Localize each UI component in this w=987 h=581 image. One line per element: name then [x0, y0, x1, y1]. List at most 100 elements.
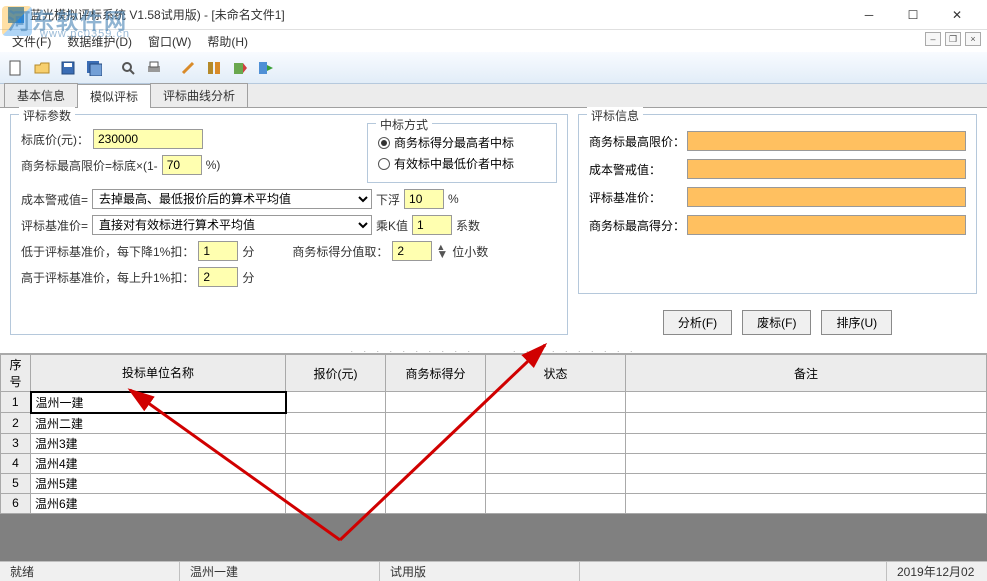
doc-minimize-button[interactable]: –: [925, 32, 941, 46]
tab-curve[interactable]: 评标曲线分析: [150, 83, 248, 107]
cell-status[interactable]: [486, 413, 626, 434]
print-icon[interactable]: [142, 56, 166, 80]
cell-remark[interactable]: [626, 433, 987, 453]
cell-remark[interactable]: [626, 493, 987, 513]
spinner-icon[interactable]: ▲▼: [436, 244, 448, 258]
tab-basic-info[interactable]: 基本信息: [4, 83, 78, 107]
info-max-score-value[interactable]: [687, 215, 966, 235]
col-score[interactable]: 商务标得分: [386, 355, 486, 392]
info-eval-base-value[interactable]: [687, 187, 966, 207]
close-button[interactable]: ✕: [935, 1, 979, 29]
cell-name[interactable]: 温州4建: [31, 453, 286, 473]
cost-warn-float-input[interactable]: [404, 189, 444, 209]
col-remark[interactable]: 备注: [626, 355, 987, 392]
cell-name[interactable]: 温州5建: [31, 473, 286, 493]
cell-price[interactable]: [286, 473, 386, 493]
menu-window[interactable]: 窗口(W): [142, 31, 197, 52]
splitter-handle[interactable]: . . . . . . . . . . . . . . . . . . . .: [0, 345, 987, 353]
menu-data[interactable]: 数据维护(D): [61, 31, 138, 52]
saveas-icon[interactable]: [82, 56, 106, 80]
tool2-icon[interactable]: [202, 56, 226, 80]
cell-seq: 4: [1, 453, 31, 473]
col-status[interactable]: 状态: [486, 355, 626, 392]
table-row[interactable]: 6 温州6建: [1, 493, 987, 513]
analyze-button[interactable]: 分析(F): [663, 310, 732, 335]
cell-score[interactable]: [386, 453, 486, 473]
cell-seq: 2: [1, 413, 31, 434]
radio-highest-score[interactable]: 商务标得分最高者中标: [378, 134, 546, 151]
discard-button[interactable]: 废标(F): [742, 310, 811, 335]
decimal-unit: 位小数: [452, 243, 488, 260]
cost-warn-label: 成本警戒值=: [21, 191, 88, 208]
cell-score[interactable]: [386, 392, 486, 413]
cell-score[interactable]: [386, 413, 486, 434]
max-limit-input[interactable]: [162, 155, 202, 175]
col-seq[interactable]: 序号: [1, 355, 31, 392]
cell-status[interactable]: [486, 493, 626, 513]
cell-remark[interactable]: [626, 453, 987, 473]
cell-status[interactable]: [486, 473, 626, 493]
max-limit-suffix: %): [206, 158, 221, 172]
tab-simulate[interactable]: 模似评标: [77, 84, 151, 108]
menu-file[interactable]: 文件(F): [6, 31, 57, 52]
exit-icon[interactable]: [254, 56, 278, 80]
status-bar: 就绪 温州一建 试用版 2019年12月02: [0, 561, 987, 581]
minimize-button[interactable]: ─: [847, 1, 891, 29]
cell-price[interactable]: [286, 413, 386, 434]
cell-remark[interactable]: [626, 413, 987, 434]
doc-restore-button[interactable]: ❐: [945, 32, 961, 46]
cell-name[interactable]: 温州一建: [31, 392, 286, 413]
cell-price[interactable]: [286, 392, 386, 413]
cell-status[interactable]: [486, 453, 626, 473]
eval-base-mult-label: 乘K值: [376, 217, 408, 234]
cell-name[interactable]: 温州二建: [31, 413, 286, 434]
cell-seq: 5: [1, 473, 31, 493]
cell-name[interactable]: 温州3建: [31, 433, 286, 453]
tool1-icon[interactable]: [176, 56, 200, 80]
cell-score[interactable]: [386, 433, 486, 453]
status-date: 2019年12月02: [887, 562, 987, 581]
menu-help[interactable]: 帮助(H): [201, 31, 254, 52]
cell-price[interactable]: [286, 433, 386, 453]
preview-icon[interactable]: [116, 56, 140, 80]
open-icon[interactable]: [30, 56, 54, 80]
table-row[interactable]: 1 温州一建: [1, 392, 987, 413]
base-price-label: 标底价(元)：: [21, 131, 89, 148]
table-row[interactable]: 2 温州二建: [1, 413, 987, 434]
above-base-input[interactable]: [198, 267, 238, 287]
eval-base-mult-input[interactable]: [412, 215, 452, 235]
info-max-limit-value[interactable]: [687, 131, 966, 151]
score-decimal-input[interactable]: [392, 241, 432, 261]
cell-price[interactable]: [286, 493, 386, 513]
save-icon[interactable]: [56, 56, 80, 80]
eval-base-select[interactable]: 直接对有效标进行算术平均值: [92, 215, 372, 235]
col-price[interactable]: 报价(元): [286, 355, 386, 392]
below-base-input[interactable]: [198, 241, 238, 261]
table-row[interactable]: 5 温州5建: [1, 473, 987, 493]
cell-status[interactable]: [486, 392, 626, 413]
status-edition: 试用版: [380, 562, 580, 581]
maximize-button[interactable]: ☐: [891, 1, 935, 29]
new-icon[interactable]: [4, 56, 28, 80]
tool3-icon[interactable]: [228, 56, 252, 80]
cell-status[interactable]: [486, 433, 626, 453]
doc-close-button[interactable]: ×: [965, 32, 981, 46]
base-price-input[interactable]: [93, 129, 203, 149]
cell-score[interactable]: [386, 473, 486, 493]
below-base-label: 低于评标基准价，每下降1%扣：: [21, 243, 194, 260]
info-max-score-label: 商务标最高得分：: [589, 217, 681, 234]
cell-name[interactable]: 温州6建: [31, 493, 286, 513]
sort-button[interactable]: 排序(U): [821, 310, 892, 335]
table-row[interactable]: 3 温州3建: [1, 433, 987, 453]
cell-remark[interactable]: [626, 473, 987, 493]
cell-score[interactable]: [386, 493, 486, 513]
info-cost-warn-value[interactable]: [687, 159, 966, 179]
table-row[interactable]: 4 温州4建: [1, 453, 987, 473]
radio-lowest-price[interactable]: 有效标中最低价者中标: [378, 155, 546, 172]
cell-price[interactable]: [286, 453, 386, 473]
col-name[interactable]: 投标单位名称: [31, 355, 286, 392]
cost-warn-select[interactable]: 去掉最高、最低报价后的算术平均值: [92, 189, 372, 209]
app-icon: [8, 7, 24, 23]
toolbar: [0, 52, 987, 84]
cell-remark[interactable]: [626, 392, 987, 413]
